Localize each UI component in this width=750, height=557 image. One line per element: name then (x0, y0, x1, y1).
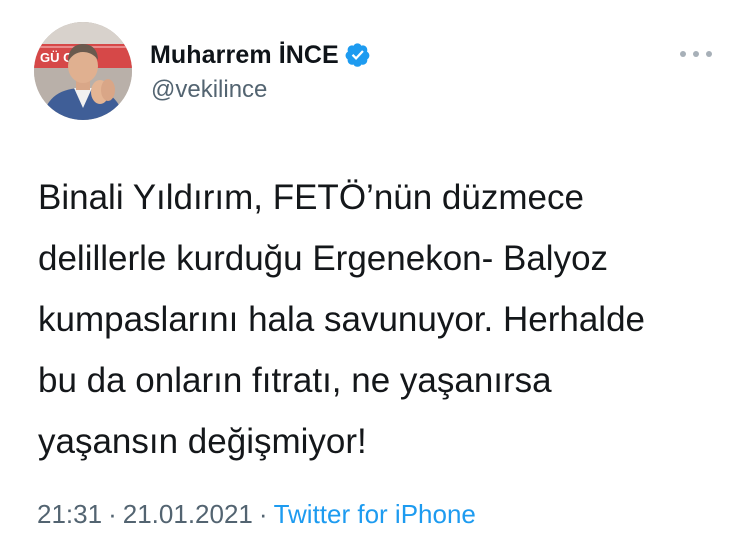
tweet-text-line: bu da onların fıtratı, ne yaşanırsa (38, 361, 552, 400)
avatar-photo: GÜ CE (34, 22, 132, 120)
avatar[interactable]: GÜ CE (34, 22, 132, 120)
more-dot (706, 51, 712, 57)
tweet-text: Binali Yıldırım, FETÖ’nün düzmece delill… (38, 167, 728, 472)
tweet-date[interactable]: 21.01.2021 (123, 499, 253, 529)
tweet-card: GÜ CE Muharrem İNCE @vekilince Binali Yı… (0, 0, 750, 557)
tweet-source-link[interactable]: Twitter for iPhone (274, 499, 476, 529)
tweet-text-line: kumpaslarını hala savunuyor. Herhalde (38, 300, 646, 339)
tweet-meta: 21:31 · 21.01.2021 · Twitter for iPhone (37, 499, 476, 530)
meta-separator: · (258, 499, 268, 529)
more-dot (680, 51, 686, 57)
author-name-row: Muharrem İNCE (150, 38, 371, 72)
author-handle[interactable]: @vekilince (151, 76, 267, 104)
tweet-text-line: delillerle kurduğu Ergenekon- Balyoz (38, 239, 609, 278)
tweet-text-line: yaşansın değişmiyor! (38, 422, 367, 461)
tweet-time[interactable]: 21:31 (37, 499, 102, 529)
more-options-icon[interactable] (680, 44, 712, 64)
verified-badge-icon (345, 42, 371, 68)
tweet-text-line: Binali Yıldırım, FETÖ’nün düzmece (38, 178, 584, 217)
author-display-name[interactable]: Muharrem İNCE (150, 41, 339, 70)
meta-separator: · (108, 499, 117, 529)
more-dot (693, 51, 699, 57)
